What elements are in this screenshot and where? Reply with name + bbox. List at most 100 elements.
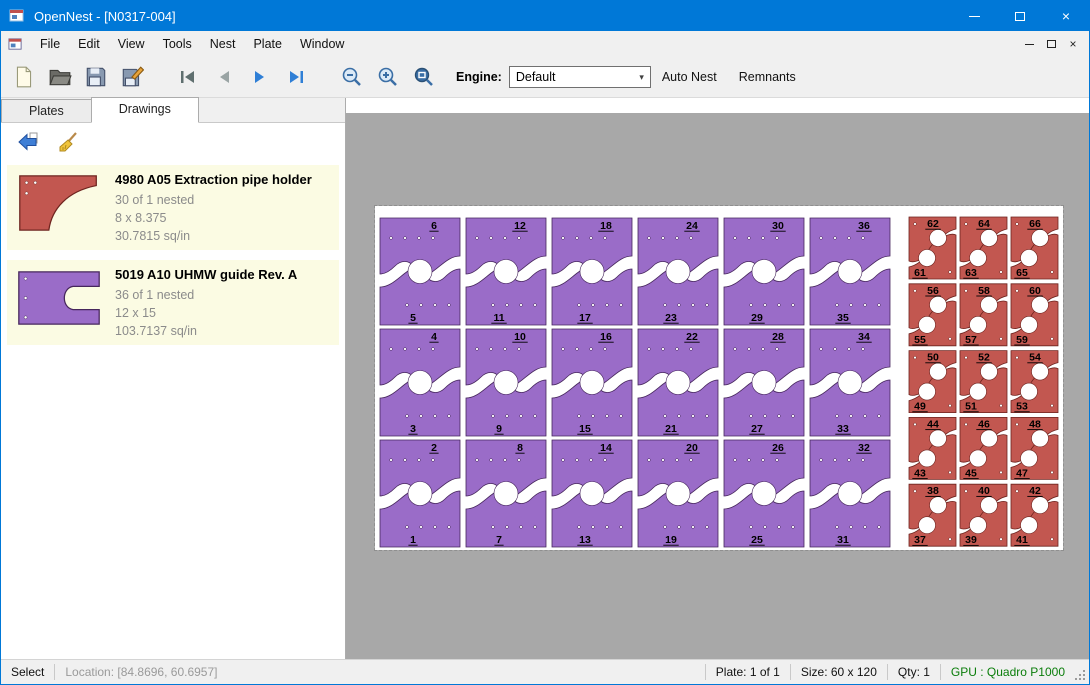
part-number: 47	[1016, 467, 1028, 479]
part-number: 22	[686, 331, 698, 343]
minimize-button[interactable]	[951, 1, 997, 31]
menu-item-nest[interactable]: Nest	[201, 32, 245, 56]
tab-plates[interactable]: Plates	[1, 99, 92, 122]
part-number: 49	[914, 401, 926, 413]
part-number: 51	[965, 401, 977, 413]
purple-part-pair[interactable]: 1211	[466, 218, 546, 325]
purple-part-pair[interactable]: 1413	[552, 440, 632, 547]
purple-part-pair[interactable]: 2019	[638, 440, 718, 547]
red-part-pair[interactable]: 6665	[1011, 217, 1058, 279]
part-number: 9	[496, 423, 502, 435]
purple-part-pair[interactable]: 1817	[552, 218, 632, 325]
red-part-pair[interactable]: 4443	[909, 417, 956, 479]
close-button[interactable]: ×	[1043, 1, 1089, 31]
purple-part-pair[interactable]: 2423	[638, 218, 718, 325]
menu-item-plate[interactable]: Plate	[244, 32, 291, 56]
drawing-title: 4980 A05 Extraction pipe holder	[115, 172, 312, 187]
drawings-panel-toolbar	[1, 123, 345, 159]
part-number: 7	[496, 534, 502, 546]
mdi-minimize-button[interactable]	[1018, 34, 1040, 54]
save-button[interactable]	[78, 60, 114, 94]
resize-grip[interactable]	[1083, 678, 1085, 680]
red-part-pair[interactable]: 5049	[909, 351, 956, 413]
part-number: 57	[965, 334, 977, 346]
previous-plate-button[interactable]	[206, 60, 242, 94]
zoom-out-button[interactable]	[334, 60, 370, 94]
purple-part-pair[interactable]: 109	[466, 329, 546, 436]
engine-combobox[interactable]: Default ▾	[509, 66, 651, 88]
part-number: 45	[965, 467, 977, 479]
red-part-pair[interactable]: 4847	[1011, 417, 1058, 479]
red-part-pair[interactable]: 6261	[909, 217, 956, 279]
red-part-pair[interactable]: 5251	[960, 351, 1007, 413]
menu-item-tools[interactable]: Tools	[154, 32, 201, 56]
part-number: 60	[1029, 285, 1041, 297]
part-number: 62	[927, 218, 939, 230]
purple-part-pair[interactable]: 3635	[810, 218, 890, 325]
part-number: 2	[431, 442, 437, 454]
purple-part-pair[interactable]: 2827	[724, 329, 804, 436]
menu-item-file[interactable]: File	[31, 32, 69, 56]
menu-item-edit[interactable]: Edit	[69, 32, 109, 56]
drawing-area: 103.7137 sq/in	[115, 322, 297, 340]
purple-part-pair[interactable]: 3433	[810, 329, 890, 436]
purple-part-pair[interactable]: 2625	[724, 440, 804, 547]
purple-part-pair[interactable]: 3029	[724, 218, 804, 325]
auto-nest-button[interactable]: Auto Nest	[651, 70, 728, 84]
import-drawing-button[interactable]	[15, 129, 41, 155]
red-part-pair[interactable]: 5453	[1011, 351, 1058, 413]
red-part-pair[interactable]: 4645	[960, 417, 1007, 479]
mdi-close-button[interactable]: ×	[1062, 34, 1084, 54]
red-part-pair[interactable]: 6059	[1011, 284, 1058, 346]
maximize-icon	[1015, 12, 1025, 21]
app-window: OpenNest - [N0317-004] × File Edit View …	[0, 0, 1090, 685]
zoom-in-button[interactable]	[370, 60, 406, 94]
part-number: 64	[978, 218, 990, 230]
new-button[interactable]	[6, 60, 42, 94]
part-number: 23	[665, 312, 677, 324]
status-mode: Select	[1, 660, 54, 684]
zoom-fit-button[interactable]	[406, 60, 442, 94]
part-number: 55	[914, 334, 926, 346]
list-item-uhmw-guide[interactable]: 5019 A10 UHMW guide Rev. A 36 of 1 neste…	[7, 260, 339, 345]
list-item-extraction-pipe-holder[interactable]: 4980 A05 Extraction pipe holder 30 of 1 …	[7, 165, 339, 250]
nest-canvas[interactable]: 6512111817242330293635431091615222128273…	[346, 98, 1089, 659]
purple-part-pair[interactable]: 2221	[638, 329, 718, 436]
first-plate-button[interactable]	[170, 60, 206, 94]
purple-part-pair[interactable]: 21	[380, 440, 460, 547]
purple-part-pair[interactable]: 87	[466, 440, 546, 547]
red-part-pair[interactable]: 5857	[960, 284, 1007, 346]
part-number: 12	[514, 220, 526, 232]
mdi-window-controls: ×	[1018, 34, 1089, 54]
purple-part-pair[interactable]: 43	[380, 329, 460, 436]
part-number: 39	[965, 534, 977, 546]
part-number: 19	[665, 534, 677, 546]
red-part-pair[interactable]: 4241	[1011, 484, 1058, 546]
part-number: 37	[914, 534, 926, 546]
red-part-pair[interactable]: 5655	[909, 284, 956, 346]
mdi-restore-button[interactable]	[1040, 34, 1062, 54]
purple-part-pair[interactable]: 3231	[810, 440, 890, 547]
save-as-button[interactable]	[114, 60, 150, 94]
part-number: 1	[410, 534, 416, 546]
part-number: 66	[1029, 218, 1041, 230]
purple-part-pair[interactable]: 65	[380, 218, 460, 325]
red-part-pair[interactable]: 4039	[960, 484, 1007, 546]
remnants-button[interactable]: Remnants	[728, 70, 807, 84]
next-plate-button[interactable]	[242, 60, 278, 94]
open-button[interactable]	[42, 60, 78, 94]
clear-drawings-button[interactable]	[55, 129, 81, 155]
drawing-list: 4980 A05 Extraction pipe holder 30 of 1 …	[1, 159, 345, 351]
tab-drawings[interactable]: Drawings	[91, 97, 199, 123]
maximize-button[interactable]	[997, 1, 1043, 31]
part-number: 20	[686, 442, 698, 454]
red-part-pair[interactable]: 3837	[909, 484, 956, 546]
menu-item-window[interactable]: Window	[291, 32, 353, 56]
status-plate: Plate: 1 of 1	[706, 660, 790, 684]
menu-item-view[interactable]: View	[109, 32, 154, 56]
red-part-pair[interactable]: 6463	[960, 217, 1007, 279]
status-location: Location: [84.8696, 60.6957]	[55, 660, 227, 684]
part-number: 31	[837, 534, 849, 546]
last-plate-button[interactable]	[278, 60, 314, 94]
purple-part-pair[interactable]: 1615	[552, 329, 632, 436]
